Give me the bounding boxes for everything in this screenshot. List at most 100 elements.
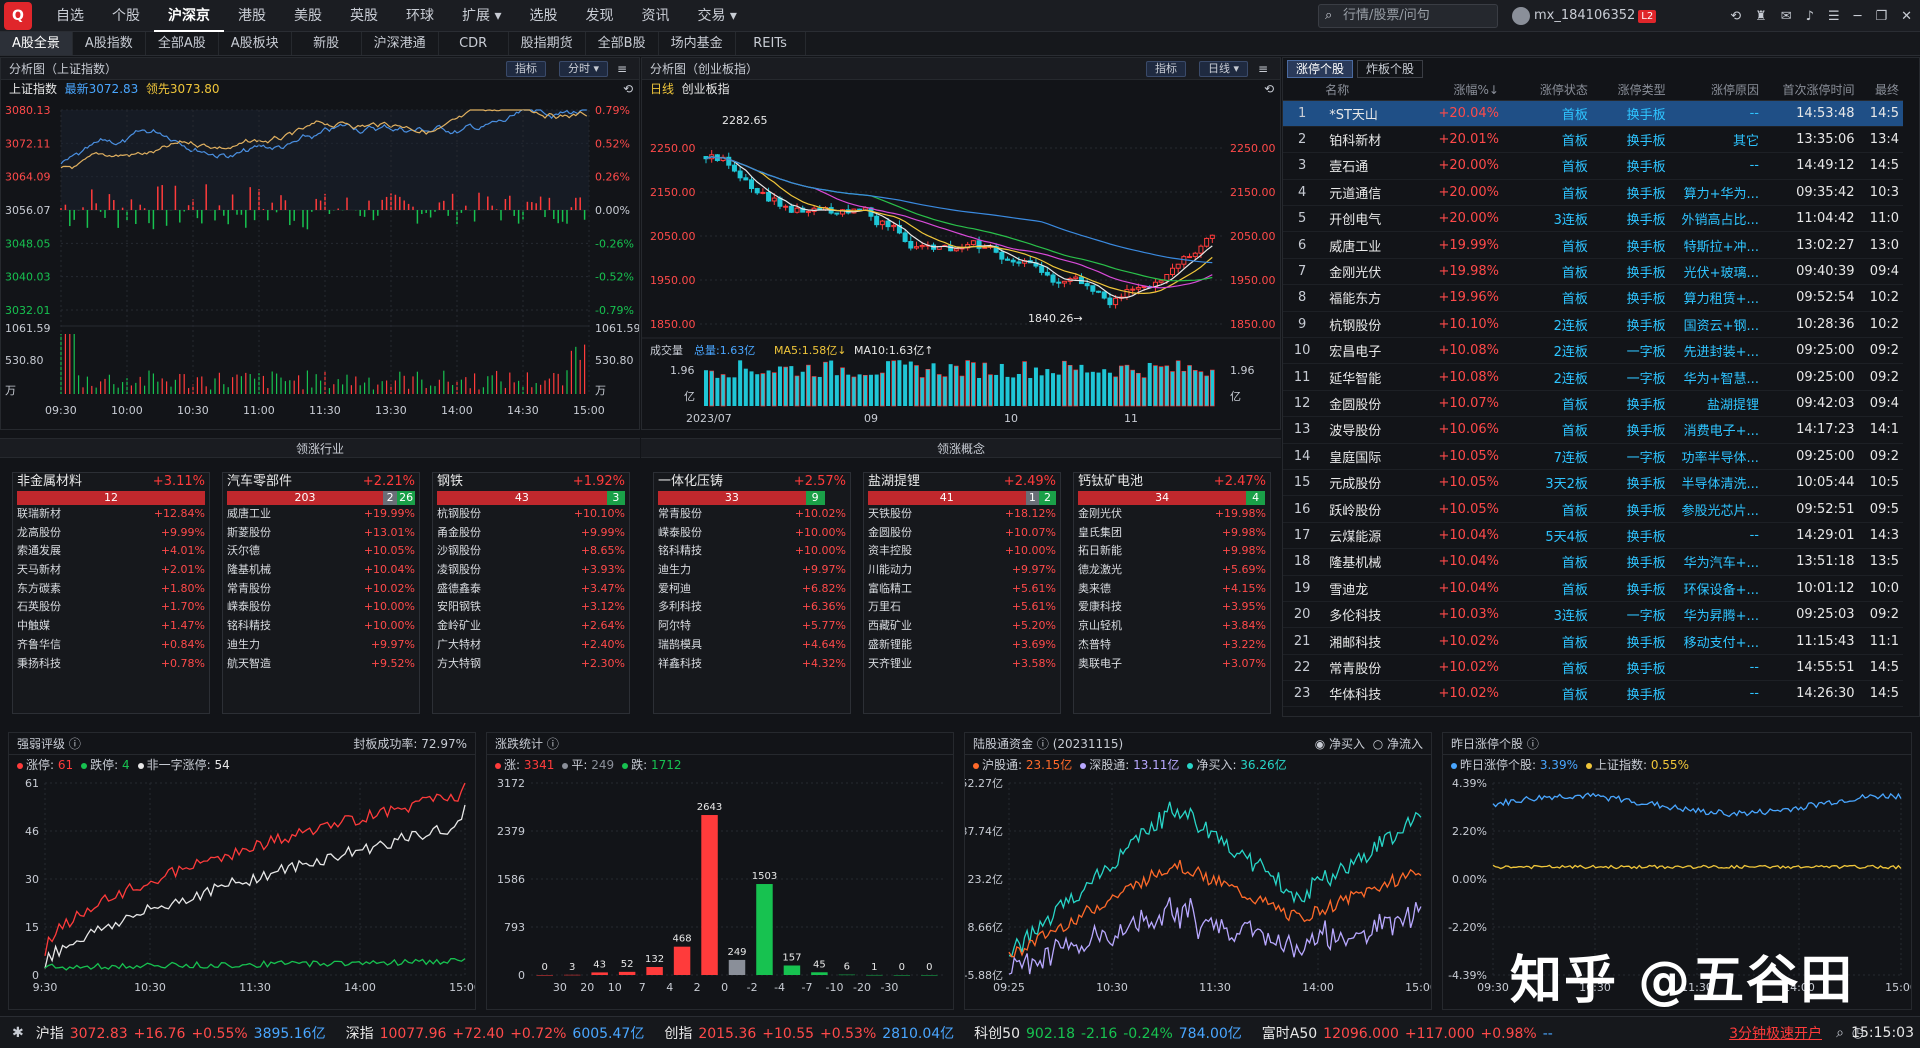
period-dropdown[interactable]: 分时 ▾ — [559, 61, 609, 77]
table-row[interactable]: 4 元道通信 +20.00% 首板 换手板 算力+华为... 09:35:42 10:3 — [1283, 179, 1903, 207]
stock-row[interactable]: 石英股份 +1.70% — [13, 598, 209, 617]
nav-item-11[interactable]: 交易 ▾ — [683, 0, 750, 32]
stock-row[interactable]: 金圆股份 +10.07% — [864, 524, 1060, 543]
menu-icon[interactable]: ☰ — [1828, 9, 1840, 24]
info-icon[interactable]: ⓘ — [547, 737, 559, 751]
stock-row[interactable]: 迪生力 +9.97% — [223, 636, 419, 655]
stock-row[interactable]: 天马新材 +2.01% — [13, 561, 209, 580]
kline-chart[interactable]: 2250.00 2250.00 2150.00 2150.00 2050.00 2050.… — [642, 98, 1281, 430]
user-account[interactable]: mx_184106352 L2 — [1512, 0, 1657, 32]
settings-icon[interactable]: ✱ — [12, 1025, 24, 1041]
sub-tab-8[interactable]: 全部B股 — [586, 32, 659, 55]
sub-tab-1[interactable]: A股指数 — [73, 32, 146, 55]
sub-tab-6[interactable]: CDR — [439, 32, 509, 55]
table-row[interactable]: 2 铂科新材 +20.01% 首板 换手板 其它 13:35:06 13:4 — [1283, 126, 1903, 154]
refresh-icon[interactable]: ⟲ — [1730, 9, 1741, 24]
sub-tab-2[interactable]: 全部A股 — [146, 32, 219, 55]
restore-icon[interactable]: ❐ — [1875, 9, 1887, 24]
stock-row[interactable]: 甬金股份 +9.99% — [433, 524, 629, 543]
sub-tab-3[interactable]: A股板块 — [219, 32, 292, 55]
stock-row[interactable]: 祥鑫科技 +4.32% — [654, 655, 850, 674]
sector-card[interactable]: 非金属材料 +3.11% 12 联瑞新材 +12.84% 龙高股份 +9.99% 索通发展 +4… — [12, 472, 210, 714]
column-header[interactable]: 涨停原因 — [1669, 80, 1763, 101]
mail-icon[interactable]: ✉ — [1781, 9, 1792, 24]
table-row[interactable]: 8 福能东方 +19.96% 首板 换手板 算力租赁+... 09:52:54 10:2 — [1283, 284, 1903, 312]
stock-row[interactable]: 爱柯迪 +6.82% — [654, 580, 850, 599]
menu-icon[interactable]: ≡ — [1258, 58, 1268, 80]
table-row[interactable]: 16 跃岭股份 +10.05% 首板 换手板 参股光芯片... 09:52:51 09:5 — [1283, 495, 1903, 523]
stock-row[interactable]: 奥来德 +4.15% — [1074, 580, 1270, 599]
nav-item-5[interactable]: 英股 — [336, 0, 392, 32]
nav-item-0[interactable]: 自选 — [42, 0, 98, 32]
stock-row[interactable]: 盛德鑫泰 +3.47% — [433, 580, 629, 599]
table-row[interactable]: 21 湘邮科技 +10.02% 首板 换手板 移动支付+... 11:15:43 11:1 — [1283, 627, 1903, 655]
nav-item-6[interactable]: 环球 — [392, 0, 448, 32]
stock-row[interactable]: 天齐锂业 +3.58% — [864, 655, 1060, 674]
column-header[interactable]: 涨停类型 — [1591, 80, 1670, 101]
table-row[interactable]: 19 雪迪龙 +10.04% 首板 换手板 环保设备+... 10:01:12 10:0 — [1283, 575, 1903, 602]
table-row[interactable]: 15 元成股份 +10.05% 3天2板 换手板 半导体清洗... 10:05:44 10:5 — [1283, 469, 1903, 497]
tab-0[interactable]: 涨停个股 — [1287, 60, 1354, 78]
stock-row[interactable]: 秉扬科技 +0.78% — [13, 655, 209, 674]
table-row[interactable]: 17 云煤能源 +10.04% 5天4板 换手板 -- 14:29:01 14:3 — [1283, 522, 1903, 550]
table-row[interactable]: 1 *ST天山 +20.04% 首板 换手板 -- 14:53:48 14:5 — [1283, 100, 1903, 127]
stock-row[interactable]: 斯菱股份 +13.01% — [223, 524, 419, 543]
table-row[interactable]: 9 杭钢股份 +10.10% 2连板 换手板 国资云+钢... 10:28:36 10:2 — [1283, 311, 1903, 339]
reset-icon[interactable]: ⟲ — [623, 80, 633, 98]
table-row[interactable]: 23 华体科技 +10.02% 首板 换手板 -- 14:26:30 14:5 — [1283, 680, 1903, 708]
table-row[interactable]: 5 开创电气 +20.00% 3连板 换手板 外销高占比... 11:04:42 11:0 — [1283, 205, 1903, 233]
stock-row[interactable]: 铭科精技 +10.00% — [654, 542, 850, 561]
table-row[interactable]: 12 金圆股份 +10.07% 首板 换手板 盐湖提锂 09:42:03 09:4 — [1283, 390, 1903, 418]
sector-card[interactable]: 钢铁 +1.92% 43 3 杭钢股份 +10.10% 甬金股份 +9.99% 沙钢股份 +8.6… — [432, 472, 630, 714]
indicator-button[interactable]: 指标 — [1146, 61, 1186, 77]
stock-row[interactable]: 阿尔特 +5.77% — [654, 617, 850, 636]
ticker-item[interactable]: 深指 10077.96 +72.40 +0.72% 6005.47亿 — [346, 1026, 645, 1042]
sector-card[interactable]: 钙钛矿电池 +2.47% 34 4 金刚光伏 +19.98% 皇氏集团 +9.98% 拓日新能 +… — [1073, 472, 1271, 714]
app-logo[interactable]: Q — [4, 1, 32, 30]
stock-row[interactable]: 齐鲁华信 +0.84% — [13, 636, 209, 655]
stock-row[interactable]: 东方碳素 +1.80% — [13, 580, 209, 599]
nav-item-2[interactable]: 沪深京 — [154, 0, 224, 32]
table-row[interactable]: 6 威唐工业 +19.99% 首板 换手板 特斯拉+冲... 13:02:27 13:0 — [1283, 231, 1903, 259]
sector-card[interactable]: 汽车零部件 +2.21% 203 2 26 威唐工业 +19.99% 斯菱股份 +13.01% 沃… — [222, 472, 420, 714]
search-input[interactable]: ⌕ 行情/股票/问句 — [1318, 4, 1498, 28]
stock-row[interactable]: 德龙激光 +5.69% — [1074, 561, 1270, 580]
minimize-icon[interactable]: ─ — [1854, 9, 1862, 24]
nav-item-1[interactable]: 个股 — [98, 0, 154, 32]
stock-row[interactable]: 拓日新能 +9.98% — [1074, 542, 1270, 561]
info-icon[interactable]: ⓘ — [1527, 737, 1539, 751]
sub-tab-4[interactable]: 新股 — [292, 32, 362, 55]
indicator-button[interactable]: 指标 — [506, 61, 546, 77]
nav-item-7[interactable]: 扩展 ▾ — [448, 0, 515, 32]
stock-row[interactable]: 皇氏集团 +9.98% — [1074, 524, 1270, 543]
stock-row[interactable]: 资丰控股 +10.00% — [864, 542, 1060, 561]
info-icon[interactable]: ⓘ — [1037, 737, 1049, 751]
stock-row[interactable]: 广大特材 +2.40% — [433, 636, 629, 655]
sub-tab-10[interactable]: REITs — [736, 32, 806, 55]
bell-icon[interactable]: ♪ — [1806, 9, 1814, 24]
table-row[interactable]: 3 壹石通 +20.00% 首板 换手板 -- 14:49:12 14:5 — [1283, 152, 1903, 180]
ticker-item[interactable]: 创指 2015.36 +10.55 +0.53% 2810.04亿 — [664, 1026, 954, 1042]
sector-card[interactable]: 一体化压铸 +2.57% 33 9 常青股份 +10.02% 嵘泰股份 +10.00% 铭科精技… — [653, 472, 851, 714]
nav-item-8[interactable]: 选股 — [515, 0, 571, 32]
menu-icon[interactable]: ≡ — [617, 58, 627, 80]
nav-item-3[interactable]: 港股 — [224, 0, 280, 32]
radio-net-inflow[interactable]: ○ 净流入 — [1373, 737, 1423, 751]
stock-row[interactable]: 万里石 +5.61% — [864, 598, 1060, 617]
nav-item-4[interactable]: 美股 — [280, 0, 336, 32]
nav-item-10[interactable]: 资讯 — [627, 0, 683, 32]
tab-1[interactable]: 炸板个股 — [1357, 60, 1424, 78]
stock-row[interactable]: 方大特钢 +2.30% — [433, 655, 629, 674]
stock-row[interactable]: 杭钢股份 +10.10% — [433, 505, 629, 524]
stock-row[interactable]: 铭科精技 +10.00% — [223, 617, 419, 636]
table-row[interactable]: 18 隆基机械 +10.04% 首板 换手板 华为汽车+... 13:51:18 13:5 — [1283, 548, 1903, 576]
stock-row[interactable]: 盛新锂能 +3.69% — [864, 636, 1060, 655]
stock-row[interactable]: 金刚光伏 +19.98% — [1074, 505, 1270, 524]
stock-row[interactable]: 中触媒 +1.47% — [13, 617, 209, 636]
stock-row[interactable]: 富临精工 +5.61% — [864, 580, 1060, 599]
intraday-chart[interactable]: 3080.13 3072.11 3064.09 3056.07 3048.05 3040.… — [1, 98, 640, 430]
sub-tab-9[interactable]: 场内基金 — [659, 32, 736, 55]
close-icon[interactable]: ✕ — [1901, 9, 1912, 24]
table-row[interactable]: 13 波导股份 +10.06% 首板 换手板 消费电子+... 14:17:23 14:1 — [1283, 416, 1903, 444]
stock-row[interactable]: 龙高股份 +9.99% — [13, 524, 209, 543]
